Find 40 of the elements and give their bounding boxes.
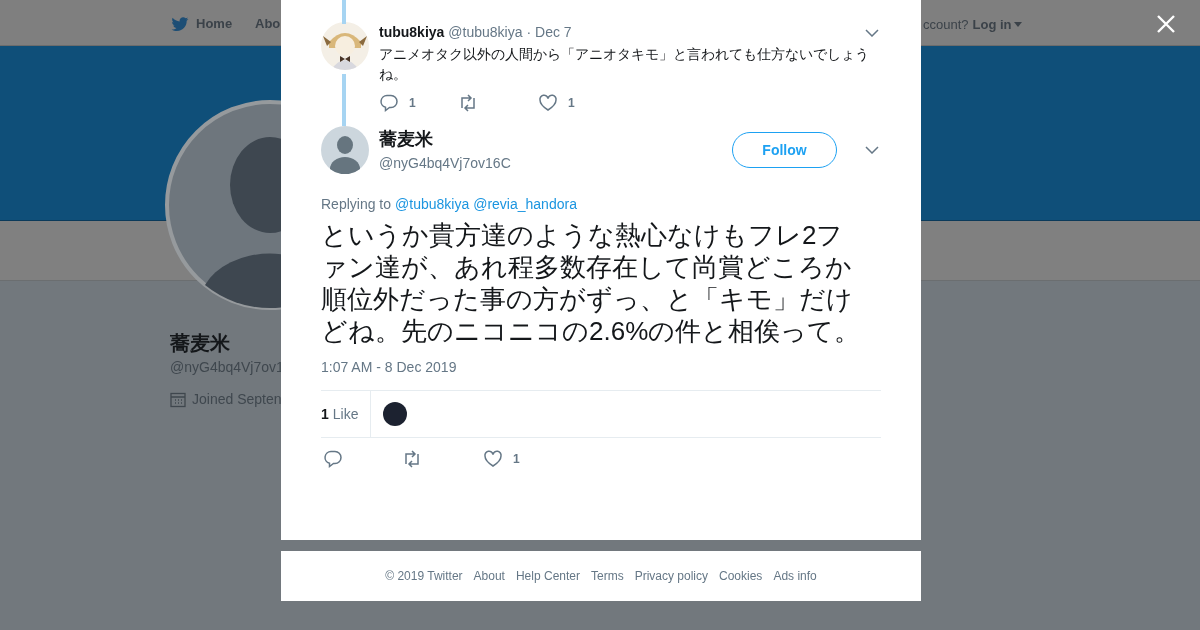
footer-link[interactable]: Terms bbox=[591, 567, 624, 585]
user-handle: @nyG4bq4Vj7ov16C bbox=[379, 153, 512, 173]
footer-link[interactable]: Help Center bbox=[515, 567, 580, 585]
bird-icon bbox=[170, 14, 190, 34]
login-prompt: ccount? bbox=[923, 16, 969, 34]
reply-button[interactable]: 1 bbox=[379, 93, 458, 113]
likes-count-link[interactable]: 1 Like bbox=[321, 391, 372, 437]
like-button[interactable]: 1 bbox=[538, 93, 618, 113]
chevron-down-icon bbox=[865, 28, 879, 37]
liker-avatar[interactable] bbox=[383, 402, 408, 426]
footer-link[interactable]: Cookies bbox=[719, 567, 763, 585]
nav-link[interactable]: Abo bbox=[255, 14, 281, 34]
nav-link[interactable]: Home bbox=[170, 14, 233, 34]
tweet-date: · Dec 7 bbox=[526, 23, 572, 42]
tweet-text: アニメオタク以外の人間から「アニオタキモ」と言われても仕方ないでしょうね。 bbox=[379, 45, 870, 84]
chevron-down-icon bbox=[865, 146, 879, 154]
footer-link[interactable]: Privacy policy bbox=[634, 567, 708, 585]
calendar-icon bbox=[170, 391, 186, 408]
heart-icon bbox=[483, 449, 503, 469]
mention-link[interactable]: @revia_handora bbox=[473, 194, 577, 215]
footer-link[interactable]: Ads info bbox=[773, 567, 817, 585]
avatar-icon bbox=[321, 126, 369, 174]
reply-icon bbox=[323, 449, 343, 469]
caret-icon bbox=[1013, 22, 1022, 28]
reply-icon bbox=[379, 93, 399, 113]
mention-link[interactable]: @tubu8kiya bbox=[395, 194, 470, 215]
login-link[interactable]: Log in bbox=[972, 15, 1022, 35]
retweet-icon bbox=[402, 449, 422, 469]
user-name: tubu8kiya bbox=[379, 23, 445, 42]
retweet-icon bbox=[458, 93, 478, 113]
profile-name: 蕎麦米 bbox=[170, 331, 230, 356]
heart-icon bbox=[538, 93, 558, 113]
tweet-text: というか貴方達のような熱心なけもフレ2ファン達が、あれ程多数存在して尚賞どころか順位外だった事の方がずっ、と「キモ」だけどね。先のニコニコの2.6%の件と相俟って。 bbox=[321, 219, 861, 347]
user-handle: @tubu8kiya bbox=[448, 23, 523, 42]
copyright-link[interactable]: © 2019 Twitter bbox=[385, 567, 463, 585]
user-name: 蕎麦米 bbox=[379, 127, 434, 151]
tweet-timestamp: 1:07 AM - 8 Dec 2019 bbox=[321, 358, 458, 377]
like-button[interactable]: 1 bbox=[483, 449, 563, 469]
replying-label: Replying to bbox=[321, 195, 392, 214]
footer-link[interactable]: About bbox=[473, 567, 505, 585]
